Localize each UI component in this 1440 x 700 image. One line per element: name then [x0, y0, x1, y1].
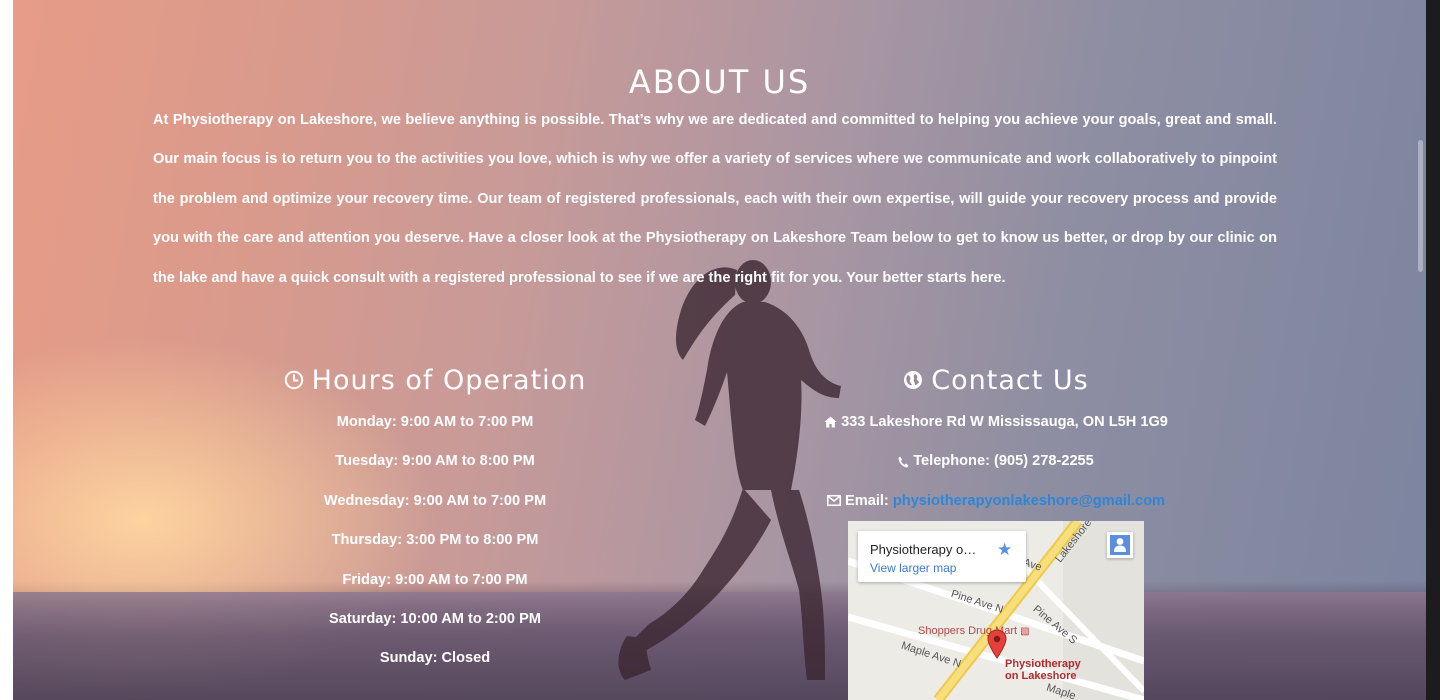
envelope-icon — [827, 495, 841, 507]
clock-icon — [284, 370, 303, 390]
home-icon — [824, 416, 837, 428]
email-label: Email: — [845, 492, 889, 509]
phone-icon — [898, 456, 909, 468]
hours-title: Hours of Operation — [311, 364, 587, 396]
hours-sunday: Sunday: Closed — [379, 650, 491, 667]
hours-thursday: Thursday: 3:00 PM to 8:00 PM — [331, 532, 539, 549]
about-title: ABOUT US — [628, 62, 811, 101]
hours-friday: Friday: 9:00 AM to 7:00 PM — [342, 571, 528, 588]
contact-heading: Contact Us — [816, 360, 1176, 400]
map-place-name: Physiotherapy o… — [870, 542, 977, 557]
map-place-card: Physiotherapy o… ★ View larger map — [858, 531, 1026, 582]
store-icon: ▧ — [1020, 626, 1030, 637]
window-right-edge — [1426, 0, 1440, 700]
person-icon — [1110, 535, 1130, 555]
about-paragraph: At Physiotherapy on Lakeshore, we believ… — [153, 112, 1277, 286]
globe-icon — [904, 371, 923, 389]
hours-section: Hours of Operation Monday: 9:00 AM to 7:… — [255, 360, 615, 679]
google-map-embed[interactable]: Lakeshore Ave Pine Ave N Pine Ave S Mapl… — [848, 521, 1144, 700]
hours-heading: Hours of Operation — [255, 360, 615, 400]
save-star-icon[interactable]: ★ — [997, 540, 1012, 560]
pin-label: Physiotherapy on Lakeshore — [1005, 658, 1081, 682]
poi-shoppers-drug-mart: Shoppers Drug Mart ▧ — [918, 625, 1030, 637]
street-view-pegman-button[interactable] — [1107, 532, 1133, 558]
address-text: 333 Lakeshore Rd W Mississauga, ON L5H 1… — [841, 414, 1168, 430]
hours-saturday: Saturday: 10:00 AM to 2:00 PM — [329, 610, 541, 627]
hours-monday: Monday: 9:00 AM to 7:00 PM — [336, 414, 534, 430]
pin-label-line2: on Lakeshore — [1005, 670, 1077, 682]
contact-title: Contact Us — [931, 364, 1089, 396]
email-line: Email: physiotherapyonlakeshore@gmail.co… — [816, 482, 1176, 521]
hours-tuesday: Tuesday: 9:00 AM to 8:00 PM — [335, 453, 535, 470]
map-pin-icon[interactable] — [987, 629, 1007, 659]
email-link[interactable]: physiotherapyonlakeshore@gmail.com — [893, 493, 1165, 509]
scrollbar-thumb[interactable] — [1418, 140, 1423, 272]
contact-list: 333 Lakeshore Rd W Mississauga, ON L5H 1… — [816, 403, 1176, 521]
address-line: 333 Lakeshore Rd W Mississauga, ON L5H 1… — [816, 403, 1176, 442]
telephone-line: Telephone: (905) 278-2255 — [816, 442, 1176, 481]
contact-section: Contact Us 333 Lakeshore Rd W Mississaug… — [816, 360, 1176, 521]
view-larger-map-link[interactable]: View larger map — [870, 561, 956, 575]
pin-label-line1: Physiotherapy — [1005, 658, 1081, 670]
hours-wednesday: Wednesday: 9:00 AM to 7:00 PM — [323, 492, 547, 509]
hours-list: Monday: 9:00 AM to 7:00 PM Tuesday: 9:00… — [255, 403, 615, 679]
telephone-text: Telephone: (905) 278-2255 — [913, 453, 1094, 470]
window-left-edge — [0, 0, 13, 700]
